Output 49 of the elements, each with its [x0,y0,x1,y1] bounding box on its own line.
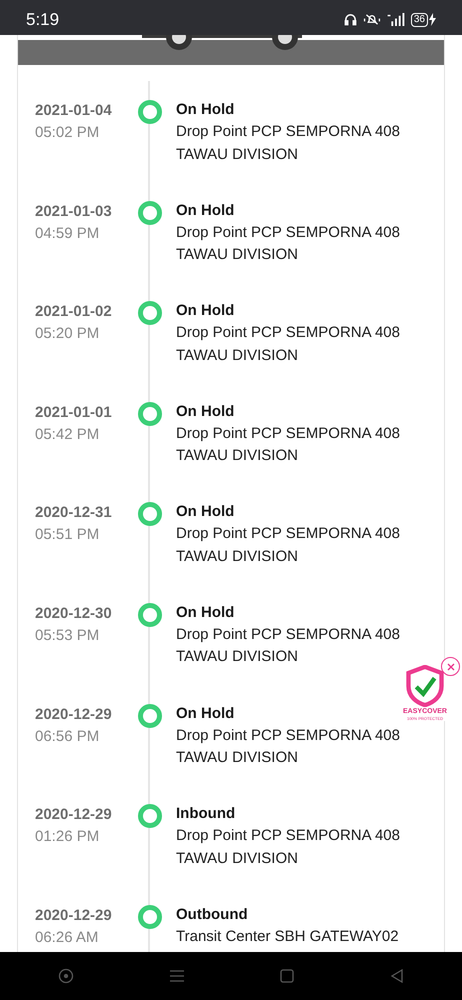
event-time: 06:26 AM [35,928,100,948]
event-time: 05:51 PM [35,525,100,546]
event-date: 2020-12-29 [35,906,113,926]
shield-check-icon [405,665,445,707]
event-location: Drop Point PCP SEMPORNA 408 TAWAU DIVISION [176,424,401,466]
event-time: 04:59 PM [35,224,100,244]
event-status: Outbound [176,904,248,925]
charging-icon [429,13,436,26]
event-date: 2021-01-01 [35,402,113,423]
event-time: 05:20 PM [35,324,100,344]
home-icon[interactable] [280,969,294,983]
event-time: 05:53 PM [35,626,100,646]
event-time: 06:56 PM [35,726,100,747]
event-date: 2020-12-29 [35,805,113,826]
event-location: Transit Center SBH GATEWAY02 [176,926,399,947]
event-status: On Hold [176,502,234,522]
event-location: Drop Point PCP SEMPORNA 408 TAWAU DIVISION [176,122,401,164]
headphones-icon [344,13,357,26]
event-date: 2020-12-31 [35,503,113,524]
signal-icon [386,13,405,26]
close-icon [446,662,454,670]
circle-icon[interactable] [58,968,74,984]
battery-level: 36 [410,12,428,26]
event-location: Drop Point PCP SEMPORNA 408 TAWAU DIVISION [176,726,401,768]
event-status: On Hold [176,200,234,221]
event-location: Drop Point PCP SEMPORNA 408 TAWAU DIVISION [176,524,401,567]
back-icon[interactable] [390,969,404,983]
event-date: 2021-01-03 [35,202,113,222]
event-date: 2021-01-04 [35,101,113,121]
event-time: 05:42 PM [35,424,100,445]
event-status: On Hold [176,704,234,724]
clock-time: 5:19 [26,8,60,31]
event-date: 2020-12-30 [35,604,113,624]
event-status: On Hold [176,100,234,120]
event-status: On Hold [176,301,234,322]
event-status: On Hold [176,602,234,623]
event-time: 05:02 PM [35,123,100,143]
event-date: 2020-12-29 [35,704,113,725]
menu-icon[interactable] [170,969,184,983]
close-button[interactable] [441,657,460,676]
event-location: Drop Point PCP SEMPORNA 408 TAWAU DIVISION [176,826,401,869]
event-date: 2021-01-02 [35,302,113,322]
event-time: 01:26 PM [35,827,100,848]
event-location: Drop Point PCP SEMPORNA 408 TAWAU DIVISION [176,222,401,266]
event-location: Drop Point PCP SEMPORNA 408 TAWAU DIVISION [176,624,401,668]
event-location: Drop Point PCP SEMPORNA 408 TAWAU DIVISION [176,323,401,366]
muted-bell-icon [362,13,381,26]
event-status: Inbound [176,804,236,824]
event-status: On Hold [176,402,234,422]
